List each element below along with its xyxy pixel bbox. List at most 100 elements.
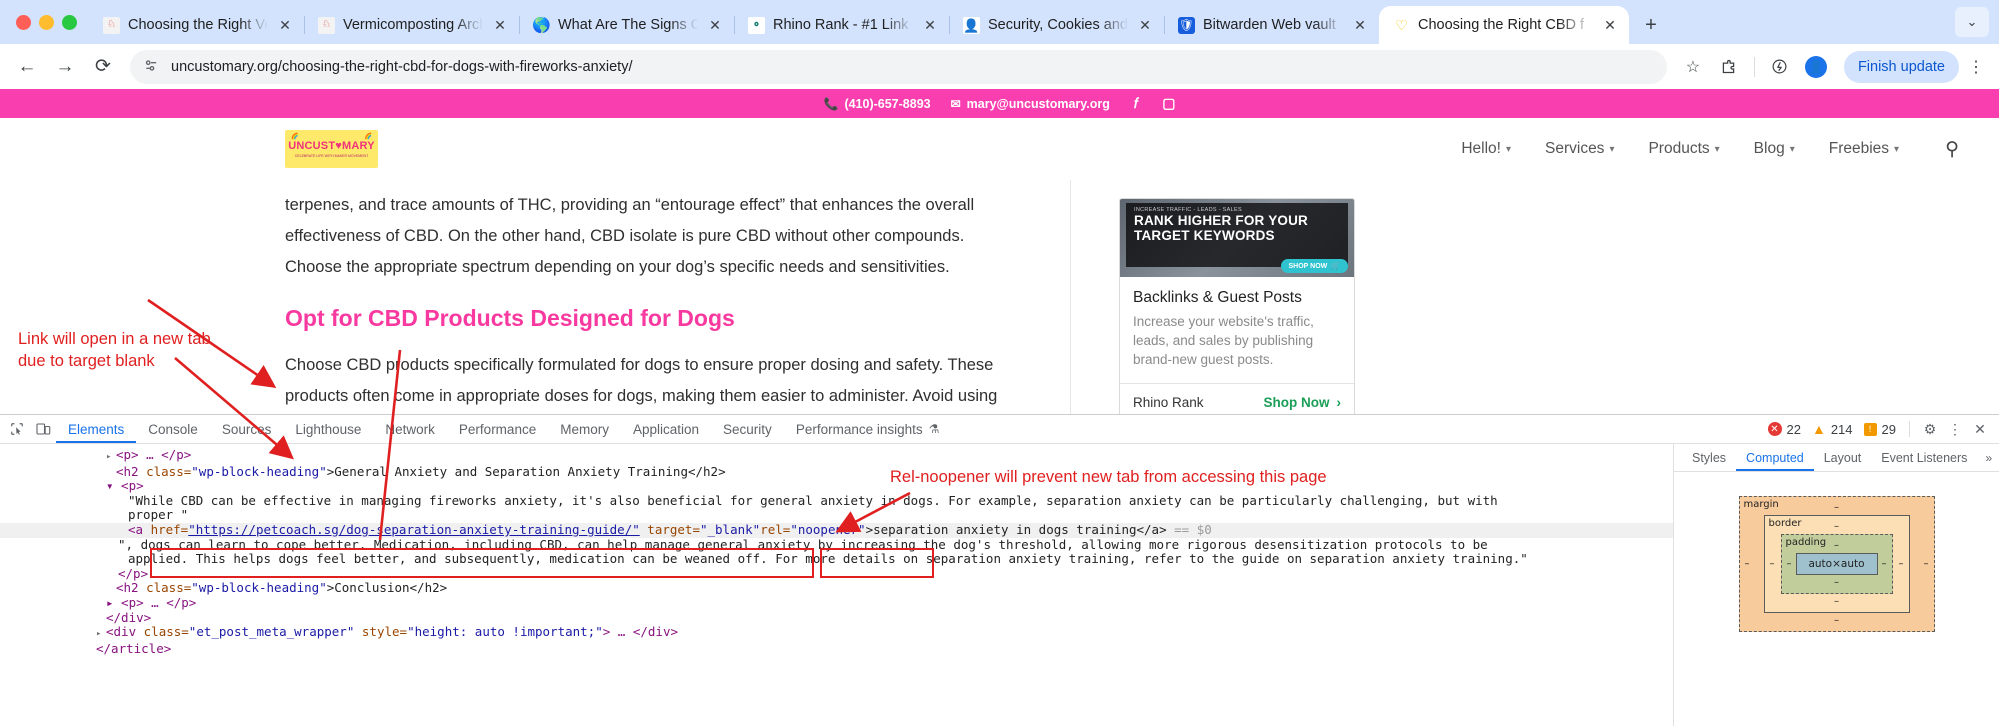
dom-tree-panel[interactable]: ▸ <p> … </p> <h2 class="wp-block-heading"… [0,444,1673,726]
reload-button[interactable]: ⟳ [86,50,120,84]
box-model-margin[interactable]: margin – – – border – – – padding – – – … [1738,496,1935,632]
devtools-tab-security[interactable]: Security [711,415,784,443]
tab-close-button[interactable]: ✕ [706,16,724,34]
facebook-icon[interactable]: 𝑓 [1134,95,1138,112]
site-phone[interactable]: 📞 (410)-657-8893 [823,97,930,111]
border-bottom-value[interactable]: – [1781,594,1893,609]
box-model-content[interactable]: auto×auto [1795,553,1878,575]
styles-tab-computed[interactable]: Computed [1736,444,1814,471]
dom-line[interactable]: proper " [0,508,1673,523]
dom-line[interactable]: ▾ <p> [0,478,1673,494]
tab-close-button[interactable]: ✕ [1136,16,1154,34]
margin-right-value[interactable]: – [1924,559,1929,570]
dom-line[interactable]: </p> [0,566,1673,582]
browser-tab-1[interactable]: ♘ Vermicomposting Archive ✕ [304,6,519,44]
padding-bottom-value[interactable]: – [1796,575,1878,590]
back-button[interactable]: ← [10,50,44,84]
nav-item-products[interactable]: Products ▾ [1648,140,1719,158]
performance-icon[interactable] [1764,51,1796,83]
browser-tab-0[interactable]: ♘ Choosing the Right Vermi ✕ [89,6,304,44]
nav-item-services[interactable]: Services ▾ [1545,140,1614,158]
dom-line[interactable]: ▸ <p> … </p> [0,447,1673,465]
browser-menu-button[interactable]: ⋮ [1963,51,1989,83]
dom-line[interactable]: </article> [0,641,1673,657]
devtools-tab-performance-insights[interactable]: Performance insights ⚗ [784,415,952,443]
ad-image-heading-line1: RANK HIGHER FOR YOUR [1134,213,1309,228]
tab-search-chevron-down-icon[interactable]: ⌄ [1955,7,1989,37]
browser-tab-3[interactable]: ⚬ Rhino Rank - #1 Link Build ✕ [734,6,949,44]
finish-update-button[interactable]: Finish update [1843,50,1959,83]
tab-close-button[interactable]: ✕ [491,16,509,34]
padding-right-value[interactable]: – [1882,559,1887,570]
search-icon[interactable]: ⚲ [1945,138,1959,161]
styles-tab-event-listeners[interactable]: Event Listeners [1871,444,1977,471]
window-minimize-button[interactable] [39,14,54,30]
site-email[interactable]: ✉ mary@uncustomary.org [951,97,1110,111]
styles-tab-layout[interactable]: Layout [1814,444,1872,471]
devtools-tab-performance[interactable]: Performance [447,415,548,443]
instagram-icon[interactable]: ▢ [1162,95,1175,112]
ad-card[interactable]: INCREASE TRAFFIC - LEADS - SALES RANK HI… [1119,198,1355,414]
margin-bottom-value[interactable]: – [1764,613,1910,628]
forward-button[interactable]: → [48,50,82,84]
gear-icon[interactable]: ⚙ [1919,418,1941,440]
border-right-value[interactable]: – [1899,559,1904,570]
dom-line[interactable]: applied. This helps dogs feel better, an… [0,551,1673,567]
devtools-tab-memory[interactable]: Memory [548,415,621,443]
window-maximize-button[interactable] [62,14,77,30]
nav-item-hello[interactable]: Hello! ▾ [1461,140,1511,158]
warning-counter[interactable]: ▲ 214 [1808,421,1857,437]
kebab-menu-icon[interactable]: ⋮ [1944,418,1966,440]
devtools-tab-console[interactable]: Console [136,415,210,443]
tab-close-button[interactable]: ✕ [1601,16,1619,34]
dom-line[interactable]: <h2 class="wp-block-heading">Conclusion<… [0,581,1673,596]
browser-tab-6-active[interactable]: ♡ Choosing the Right CBD f ✕ [1379,6,1629,44]
close-icon[interactable]: ✕ [1969,418,1991,440]
dom-line[interactable]: <h2 class="wp-block-heading">General Anx… [0,464,1673,480]
browser-tab-2[interactable]: 🌎 What Are The Signs Of A ✕ [519,6,734,44]
tab-close-button[interactable]: ✕ [921,16,939,34]
nav-item-blog[interactable]: Blog ▾ [1754,140,1795,158]
devtools-tab-elements[interactable]: Elements [56,415,136,443]
tab-close-button[interactable]: ✕ [276,16,294,34]
browser-tab-4[interactable]: 👤 Security, Cookies and Mo ✕ [949,6,1164,44]
styles-more-tabs-icon[interactable]: » [1977,444,1999,471]
dom-line[interactable]: ", dogs can learn to cope better. Medica… [0,537,1673,553]
dom-line[interactable]: ▸ <p> … </p> [0,595,1673,611]
bookmark-star-icon[interactable]: ☆ [1677,51,1709,83]
error-counter[interactable]: ✕ 22 [1764,422,1805,437]
site-info-icon[interactable] [144,58,159,76]
site-logo[interactable]: 🌈 🌈 UNCUST♥MARY CELEBRATE LIFE WITH MAKE… [285,130,378,168]
devtools-tab-network[interactable]: Network [373,415,447,443]
dom-line[interactable]: </div> [0,610,1673,626]
dom-line[interactable]: ▸ <div class="et_post_meta_wrapper" style… [0,624,1673,642]
ad-shop-now-link[interactable]: Shop Now › [1264,395,1342,410]
browser-tab-5[interactable]: 🛡 Bitwarden Web vault ✕ [1164,6,1379,44]
margin-left-value[interactable]: – [1745,559,1750,570]
padding-left-value[interactable]: – [1787,559,1792,570]
devtools-tab-sources[interactable]: Sources [210,415,284,443]
device-toolbar-icon[interactable] [30,415,56,443]
address-bar[interactable]: uncustomary.org/choosing-the-right-cbd-f… [130,49,1667,84]
extensions-icon[interactable] [1713,51,1745,83]
devtools-tab-lighthouse[interactable]: Lighthouse [283,415,373,443]
expand-triangle-icon[interactable]: ▸ [96,627,106,642]
expand-triangle-icon[interactable]: ▸ [106,450,116,465]
profile-avatar[interactable]: 👤 [1800,51,1832,83]
styles-tab-styles[interactable]: Styles [1682,444,1736,471]
window-close-button[interactable] [16,14,31,30]
tab-close-button[interactable]: ✕ [1351,16,1369,34]
ad-image-shop-now-button[interactable]: SHOP NOW 🛒 [1280,259,1348,273]
margin-top-value[interactable]: – [1764,500,1910,515]
dom-line-selected-anchor[interactable]: <a href="https://petcoach.sg/dog-separat… [0,522,1673,538]
box-model-border[interactable]: border – – – padding – – – auto×auto – – [1763,515,1910,613]
devtools-tab-application[interactable]: Application [621,415,711,443]
new-tab-button[interactable]: + [1637,11,1665,39]
dom-href-value[interactable]: "https://petcoach.sg/dog-separation-anxi… [188,522,640,537]
inspect-element-icon[interactable] [4,415,30,443]
box-model-padding[interactable]: padding – – – auto×auto – [1780,534,1893,594]
border-left-value[interactable]: – [1770,559,1775,570]
info-counter[interactable]: ! 29 [1860,422,1900,437]
nav-item-freebies[interactable]: Freebies ▾ [1829,140,1899,158]
dom-line[interactable]: "While CBD can be effective in managing … [0,493,1673,509]
